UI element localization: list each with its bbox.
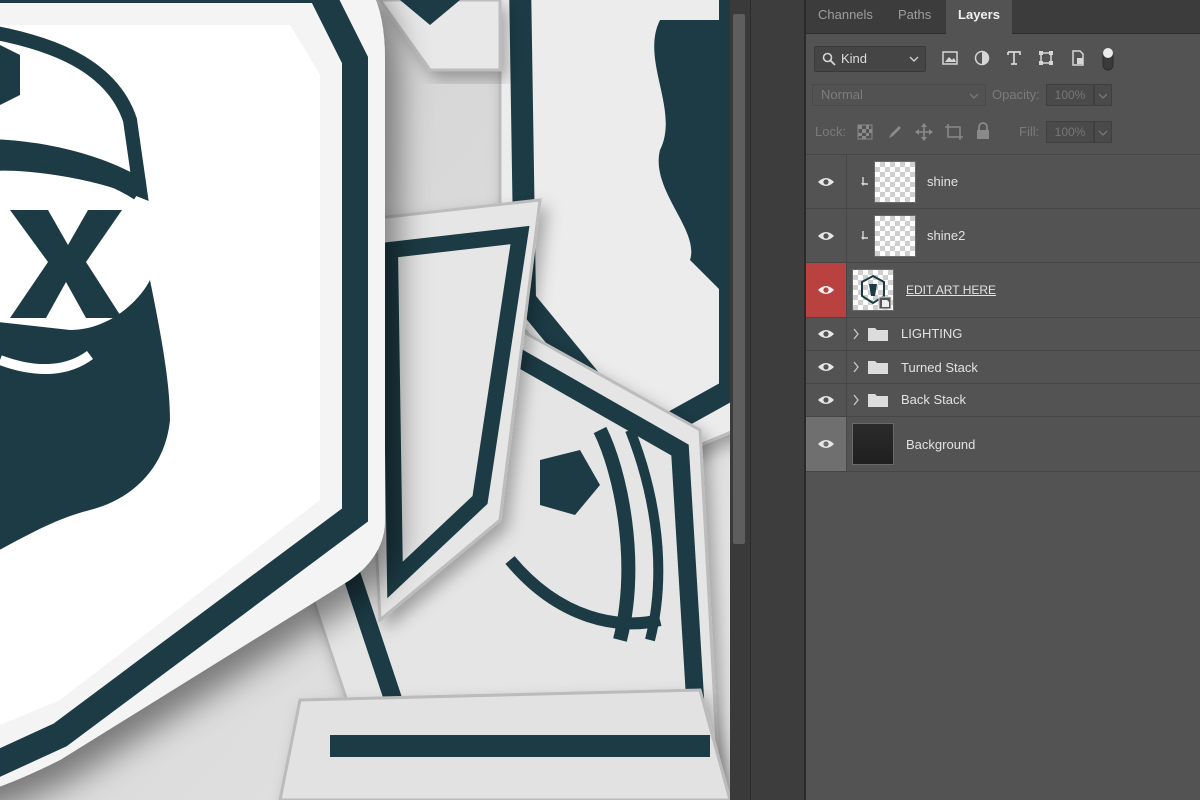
folder-icon <box>868 328 888 341</box>
visibility-toggle[interactable] <box>806 417 846 471</box>
lock-position-icon[interactable] <box>914 122 934 142</box>
tab-paths[interactable]: Paths <box>898 0 931 33</box>
canvas-scrollbar-thumb[interactable] <box>733 14 745 544</box>
layer-name[interactable]: EDIT ART HERE <box>906 283 996 297</box>
opacity-input[interactable]: 100% <box>1046 84 1094 106</box>
layer-group-back-stack[interactable]: Back Stack <box>806 383 1200 416</box>
blend-mode-label: Normal <box>821 87 863 102</box>
chevron-down-icon <box>909 56 919 62</box>
column-divider <box>846 318 847 350</box>
filter-toggle-switch[interactable] <box>1100 46 1116 72</box>
chevron-down-icon <box>1098 93 1108 99</box>
chevron-right-icon[interactable] <box>852 361 860 373</box>
pixel-layer-filter-icon[interactable] <box>940 48 960 68</box>
group-name[interactable]: Turned Stack <box>901 360 978 375</box>
search-icon <box>822 52 836 66</box>
lock-row: Lock: Fill: 100% <box>806 118 1200 146</box>
folder-icon <box>868 394 888 407</box>
blend-mode-select[interactable]: Normal <box>812 84 986 106</box>
lock-transparent-pixels-icon[interactable] <box>856 123 874 141</box>
background-thumbnail <box>852 423 894 465</box>
layer-thumbnail <box>874 215 916 257</box>
lock-image-pixels-icon[interactable] <box>886 123 904 141</box>
sticker-thumbnail-art <box>861 274 892 310</box>
eye-icon <box>818 286 834 294</box>
layer-group-lighting[interactable]: LIGHTING <box>806 317 1200 350</box>
column-divider <box>846 209 847 262</box>
filter-kind-label: Kind <box>841 51 868 66</box>
sticker-artwork <box>0 0 730 800</box>
folder-icon <box>868 361 888 374</box>
group-name[interactable]: Back Stack <box>901 392 966 407</box>
chevron-down-icon <box>1098 130 1108 136</box>
layer-thumbnail <box>874 161 916 203</box>
layer-row-background[interactable]: Background <box>806 416 1200 472</box>
chevron-down-icon <box>969 93 979 99</box>
blend-mode-row: Normal Opacity: 100% <box>806 82 1200 110</box>
tab-channels[interactable]: Channels <box>818 0 873 33</box>
visibility-toggle[interactable] <box>806 155 846 208</box>
visibility-toggle[interactable] <box>806 351 846 383</box>
clipping-mask-arrow-icon <box>861 231 868 240</box>
layer-name[interactable]: Background <box>906 437 975 452</box>
eye-icon <box>818 396 834 404</box>
column-divider <box>846 263 847 317</box>
panel-dock-strip <box>750 0 807 800</box>
layer-filter-row: Kind <box>806 44 1200 74</box>
eye-icon <box>818 231 834 240</box>
lock-all-icon[interactable] <box>974 121 992 141</box>
column-divider <box>846 155 847 208</box>
column-divider <box>846 384 847 416</box>
lock-artboard-icon[interactable] <box>944 122 964 142</box>
chevron-right-icon[interactable] <box>852 394 860 406</box>
filter-kind-select[interactable]: Kind <box>814 46 926 72</box>
fill-label: Fill: <box>1019 124 1040 139</box>
smart-object-thumbnail <box>852 269 894 311</box>
document-canvas[interactable] <box>0 0 730 800</box>
visibility-toggle[interactable] <box>806 318 846 350</box>
visibility-toggle[interactable] <box>806 384 846 416</box>
panel-tab-bar: Channels Paths Layers <box>806 0 1200 34</box>
eye-icon <box>818 440 834 448</box>
fill-input[interactable]: 100% <box>1046 121 1094 143</box>
opacity-label: Opacity: <box>992 87 1040 102</box>
layer-row-shine[interactable]: shine <box>806 154 1200 208</box>
chevron-right-icon[interactable] <box>852 328 860 340</box>
smart-object-filter-icon[interactable] <box>1068 48 1088 68</box>
clipping-mask-arrow-icon <box>861 177 868 186</box>
layer-group-turned-stack[interactable]: Turned Stack <box>806 350 1200 383</box>
adjustment-layer-filter-icon[interactable] <box>972 48 992 68</box>
layer-row-shine2[interactable]: shine2 <box>806 208 1200 262</box>
visibility-toggle[interactable] <box>806 209 846 262</box>
group-name[interactable]: LIGHTING <box>901 326 962 341</box>
fill-dropdown[interactable] <box>1094 121 1112 143</box>
eye-icon <box>818 177 834 186</box>
opacity-dropdown[interactable] <box>1094 84 1112 106</box>
shape-layer-filter-icon[interactable] <box>1036 48 1056 68</box>
eye-icon <box>818 363 834 371</box>
layer-name[interactable]: shine <box>927 174 958 189</box>
column-divider <box>846 351 847 383</box>
visibility-toggle[interactable] <box>806 263 846 317</box>
eye-icon <box>818 330 834 338</box>
layers-panel: Channels Paths Layers Kind Normal Opacit… <box>806 0 1200 800</box>
type-layer-filter-icon[interactable] <box>1004 48 1024 68</box>
layer-row-edit-art-here[interactable]: EDIT ART HERE <box>806 262 1200 317</box>
column-divider <box>846 417 847 471</box>
layer-name[interactable]: shine2 <box>927 228 965 243</box>
lock-label: Lock: <box>815 124 847 139</box>
tab-layers[interactable]: Layers <box>946 0 1012 34</box>
